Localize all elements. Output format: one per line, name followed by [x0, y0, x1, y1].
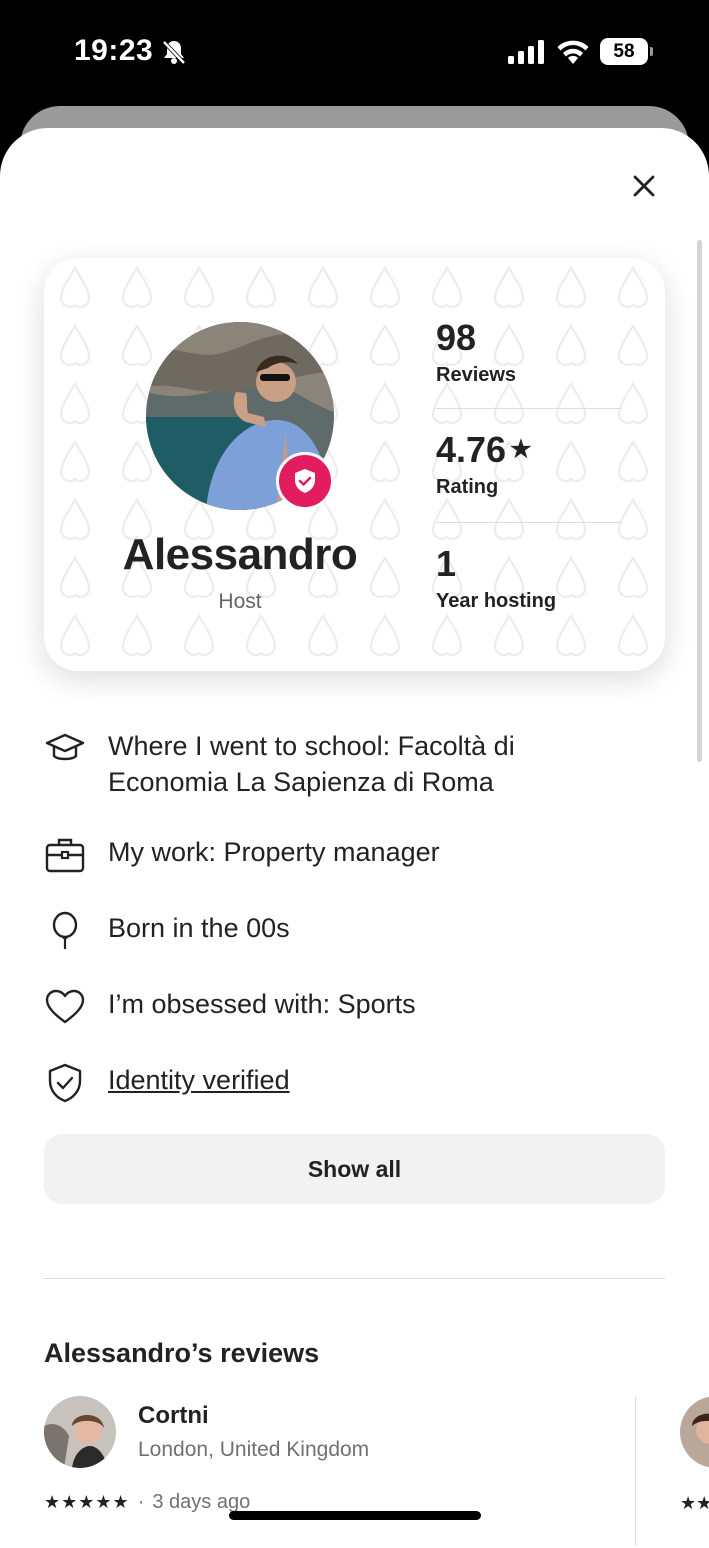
fact-work-text: My work: Property manager	[108, 837, 440, 867]
stat-reviews: 98 Reviews	[436, 318, 622, 387]
host-card: Alessandro Host 98 Reviews 4.76 ★ Rating …	[44, 258, 665, 671]
wifi-icon	[557, 40, 589, 64]
fact-school-text: Where I went to school: Facoltà di Econo…	[108, 731, 515, 797]
shield-check-icon	[48, 1063, 82, 1103]
fact-school: Where I went to school: Facoltà di Econo…	[44, 728, 664, 800]
show-all-button[interactable]: Show all	[44, 1134, 665, 1204]
status-bar: 19:23 58	[0, 0, 709, 106]
fact-born: Born in the 00s	[44, 910, 664, 952]
status-time: 19:23	[74, 34, 154, 67]
fact-born-text: Born in the 00s	[108, 913, 290, 943]
stat-years-label: Year hosting	[436, 590, 557, 612]
stat-rating-label: Rating	[436, 476, 499, 498]
scrollbar[interactable]	[697, 240, 702, 762]
stat-reviews-value: 98	[436, 317, 477, 358]
stat-years-hosting: 1 Year hosting	[436, 544, 622, 613]
bell-muted-icon	[162, 40, 186, 65]
reviews-title: Alessandro’s reviews	[44, 1338, 320, 1368]
reviewer-location: London, United Kingdom	[138, 1438, 370, 1461]
reviewer-avatar[interactable]	[44, 1396, 116, 1468]
reviewer-name: Cortni	[138, 1402, 209, 1429]
review-meta: ★★★★★ · 3 days ago	[44, 1491, 250, 1514]
close-icon[interactable]	[626, 168, 662, 204]
balloon-icon	[52, 911, 78, 949]
stat-divider	[436, 408, 622, 409]
briefcase-icon	[45, 838, 85, 873]
stat-rating-value: 4.76	[436, 429, 507, 470]
host-facts-list: Where I went to school: Facoltà di Econo…	[44, 728, 664, 1138]
section-divider	[44, 1278, 665, 1279]
heart-icon	[45, 989, 85, 1024]
stat-years-value: 1	[436, 543, 457, 584]
review-stars: ★★★★★	[44, 1492, 130, 1512]
fact-work: My work: Property manager	[44, 834, 664, 876]
host-role: Host	[218, 590, 262, 613]
host-profile-sheet: Alessandro Host 98 Reviews 4.76 ★ Rating …	[0, 128, 709, 1548]
verified-badge-icon	[276, 452, 334, 510]
fact-obsessed: I’m obsessed with: Sports	[44, 986, 664, 1028]
stat-reviews-label: Reviews	[436, 364, 517, 386]
fact-obsessed-text: I’m obsessed with: Sports	[108, 989, 416, 1019]
identity-verified-link[interactable]: Identity verified	[108, 1062, 290, 1098]
next-review-stars: ★★	[680, 1493, 709, 1513]
stat-rating: 4.76 ★ Rating	[436, 430, 622, 499]
star-icon: ★	[510, 436, 532, 463]
host-name: Alessandro	[122, 530, 358, 579]
fact-identity[interactable]: Identity verified	[44, 1062, 664, 1104]
next-reviewer-avatar[interactable]	[680, 1396, 709, 1468]
stat-divider	[436, 522, 622, 523]
graduation-cap-icon	[45, 733, 85, 761]
review-card-separator	[635, 1396, 636, 1546]
home-indicator[interactable]	[229, 1511, 481, 1520]
review-meta-separator: ·	[137, 1491, 145, 1513]
cellular-signal-icon	[508, 40, 544, 64]
battery-indicator: 58	[600, 38, 653, 65]
